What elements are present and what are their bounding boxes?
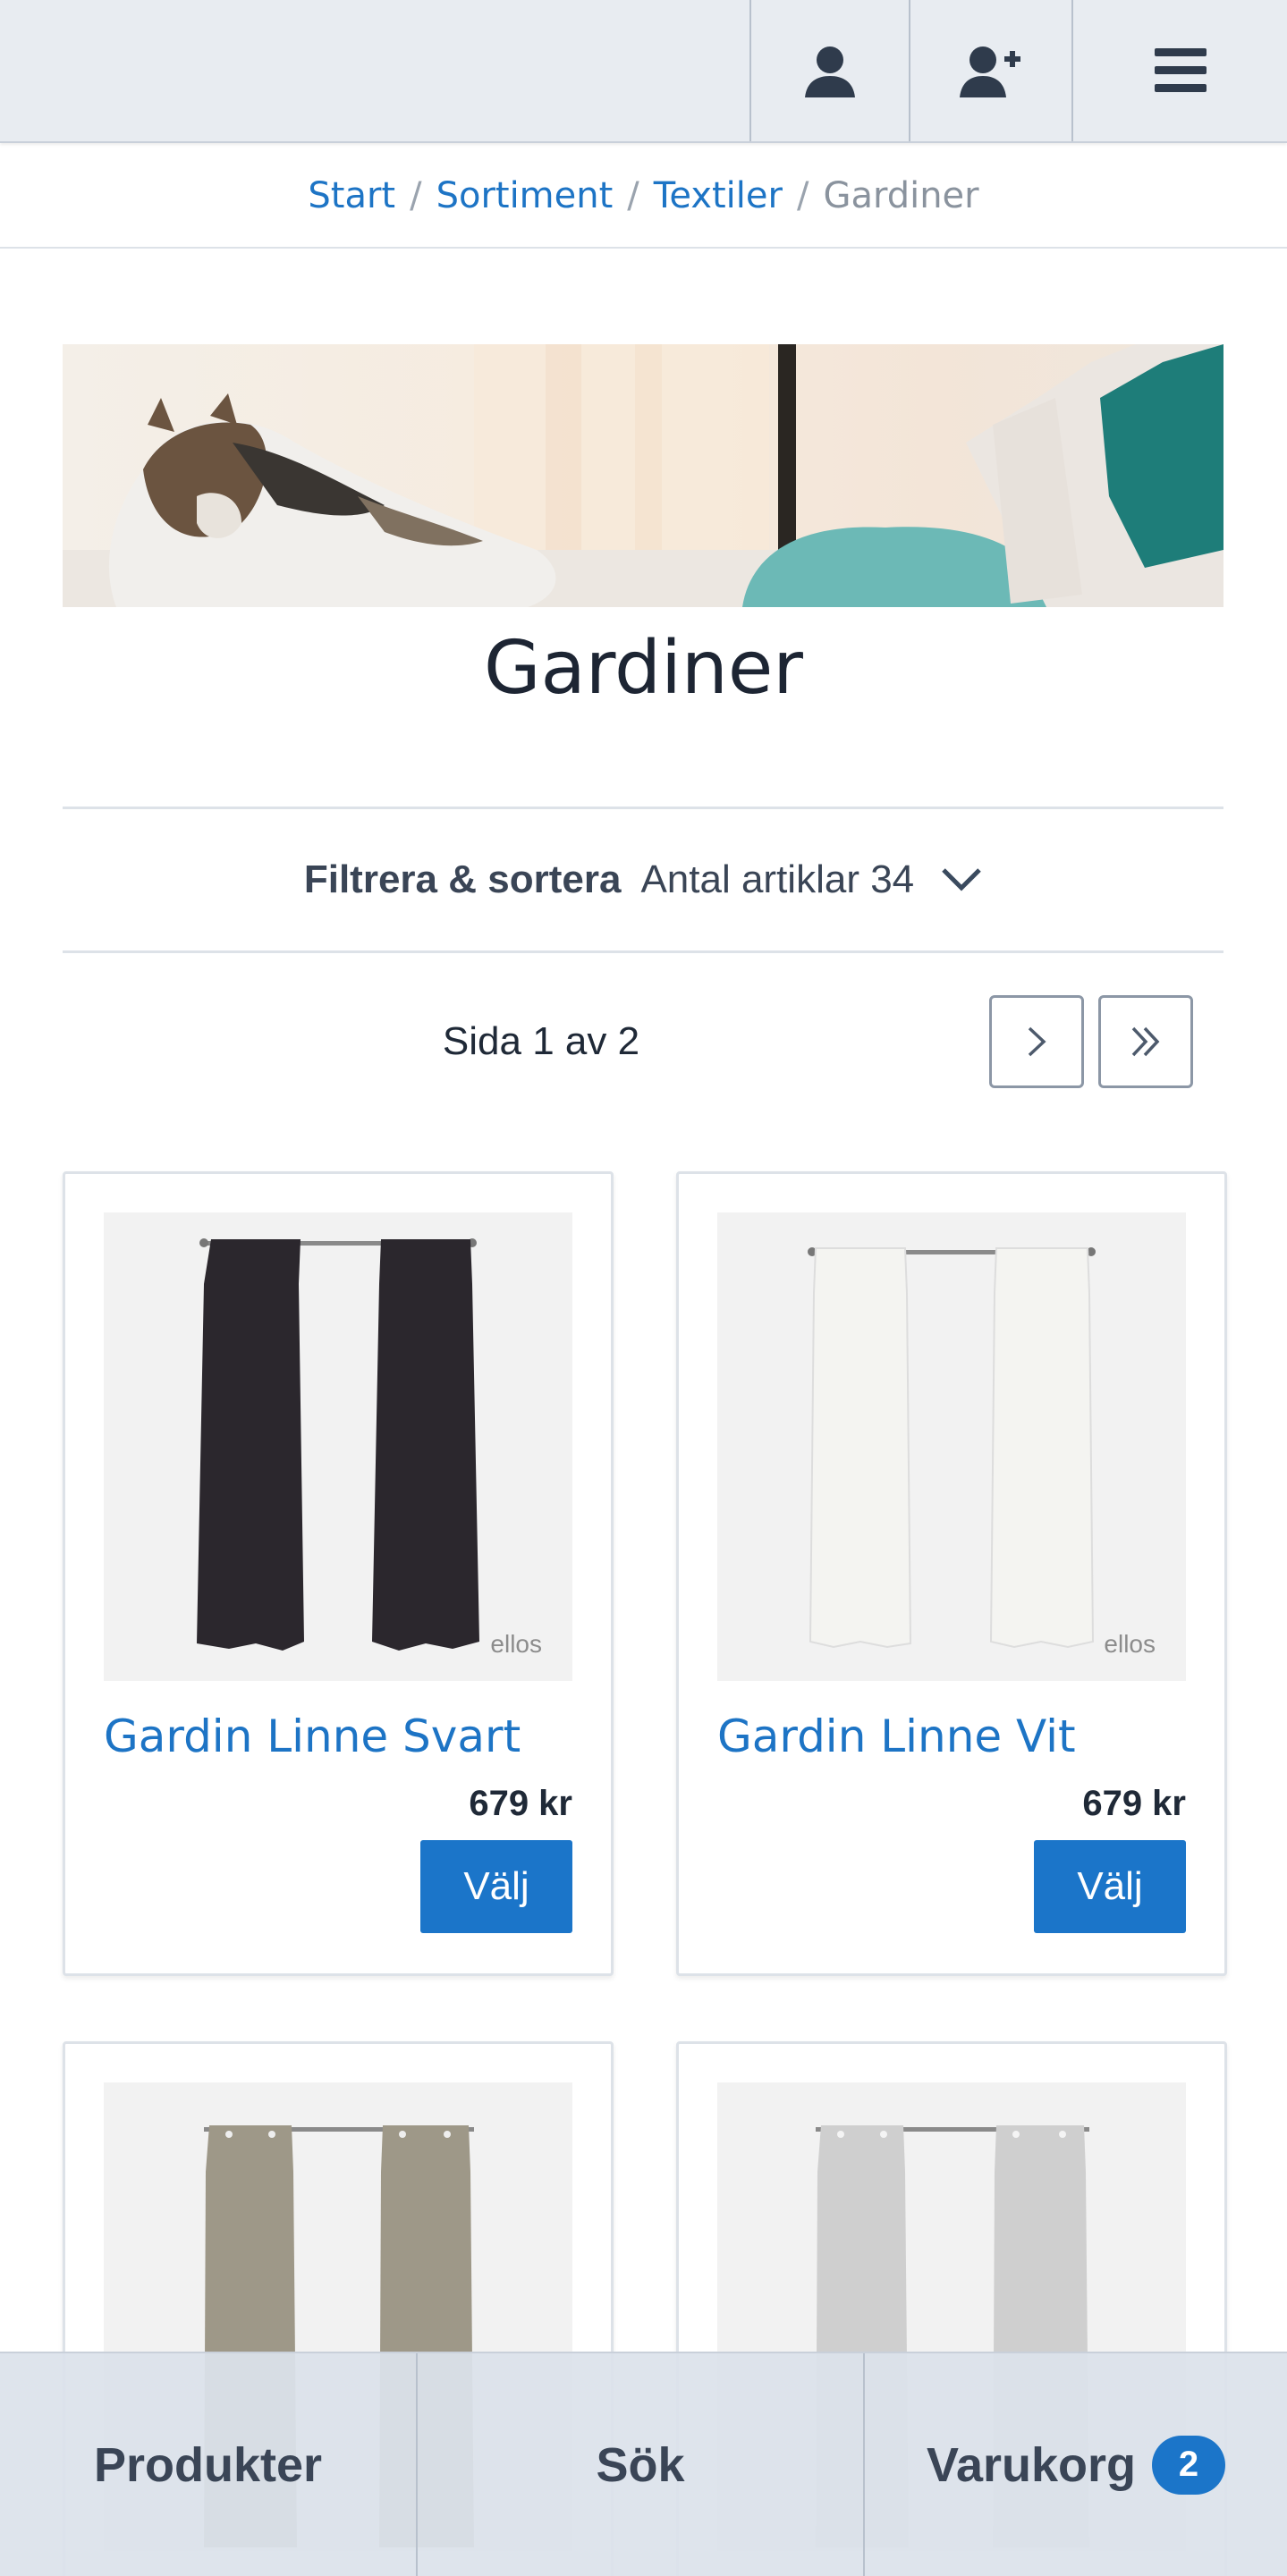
breadcrumb-separator: / — [410, 175, 422, 216]
nav-cart[interactable]: Varukorg 2 — [865, 2353, 1287, 2576]
nav-products[interactable]: Produkter — [0, 2353, 418, 2576]
menu-button[interactable] — [1071, 0, 1287, 141]
product-image[interactable]: ellos — [717, 1212, 1186, 1681]
product-name[interactable]: Gardin Linne Svart — [104, 1710, 521, 1762]
breadcrumb-sortiment[interactable]: Sortiment — [436, 175, 614, 216]
filter-sort-toggle[interactable]: Filtrera & sortera Antal artiklar 34 — [63, 807, 1223, 953]
chevron-down-icon — [941, 866, 982, 893]
user-add-icon — [960, 46, 1020, 97]
product-name[interactable]: Gardin Linne Vit — [717, 1710, 1076, 1762]
brand-logo: ellos — [1104, 1630, 1156, 1658]
brand-logo: ellos — [490, 1630, 542, 1658]
nav-cart-label: Varukorg — [926, 2437, 1137, 2492]
chevron-right-icon — [1028, 1026, 1046, 1057]
breadcrumb-start[interactable]: Start — [308, 175, 395, 216]
product-image[interactable]: ellos — [104, 1212, 572, 1681]
select-product-button[interactable]: Välj — [1034, 1840, 1186, 1933]
next-page-button[interactable] — [989, 995, 1084, 1088]
cart-count-badge: 2 — [1152, 2435, 1226, 2495]
nav-search-label: Sök — [596, 2437, 685, 2492]
double-chevron-right-icon — [1131, 1026, 1160, 1057]
article-count: Antal artiklar 34 — [640, 857, 915, 901]
bottom-navigation: Produkter Sök Varukorg 2 — [0, 2352, 1287, 2576]
product-price: 679 kr — [469, 1784, 572, 1823]
user-icon — [805, 46, 855, 97]
last-page-button[interactable] — [1098, 995, 1193, 1088]
nav-search[interactable]: Sök — [418, 2353, 865, 2576]
top-header — [0, 0, 1287, 143]
category-banner-image — [63, 344, 1223, 607]
login-button[interactable] — [749, 0, 909, 141]
breadcrumb-current: Gardiner — [823, 175, 979, 216]
register-button[interactable] — [909, 0, 1071, 141]
page-indicator: Sida 1 av 2 — [442, 1019, 640, 1063]
nav-products-label: Produkter — [93, 2437, 323, 2492]
page-title: Gardiner — [483, 626, 804, 711]
filter-label: Filtrera & sortera — [303, 857, 622, 901]
product-card: ellos Gardin Linne Vit 679 kr Välj — [676, 1171, 1227, 1976]
menu-icon — [1154, 48, 1207, 92]
breadcrumb-separator: / — [627, 175, 639, 216]
breadcrumb-separator: / — [796, 175, 809, 216]
product-price: 679 kr — [1082, 1784, 1186, 1823]
product-card: ellos Gardin Linne Svart 679 kr Välj — [63, 1171, 614, 1976]
breadcrumb-textiler[interactable]: Textiler — [654, 175, 783, 216]
breadcrumb: Start / Sortiment / Textiler / Gardiner — [0, 145, 1287, 249]
select-product-button[interactable]: Välj — [420, 1840, 572, 1933]
